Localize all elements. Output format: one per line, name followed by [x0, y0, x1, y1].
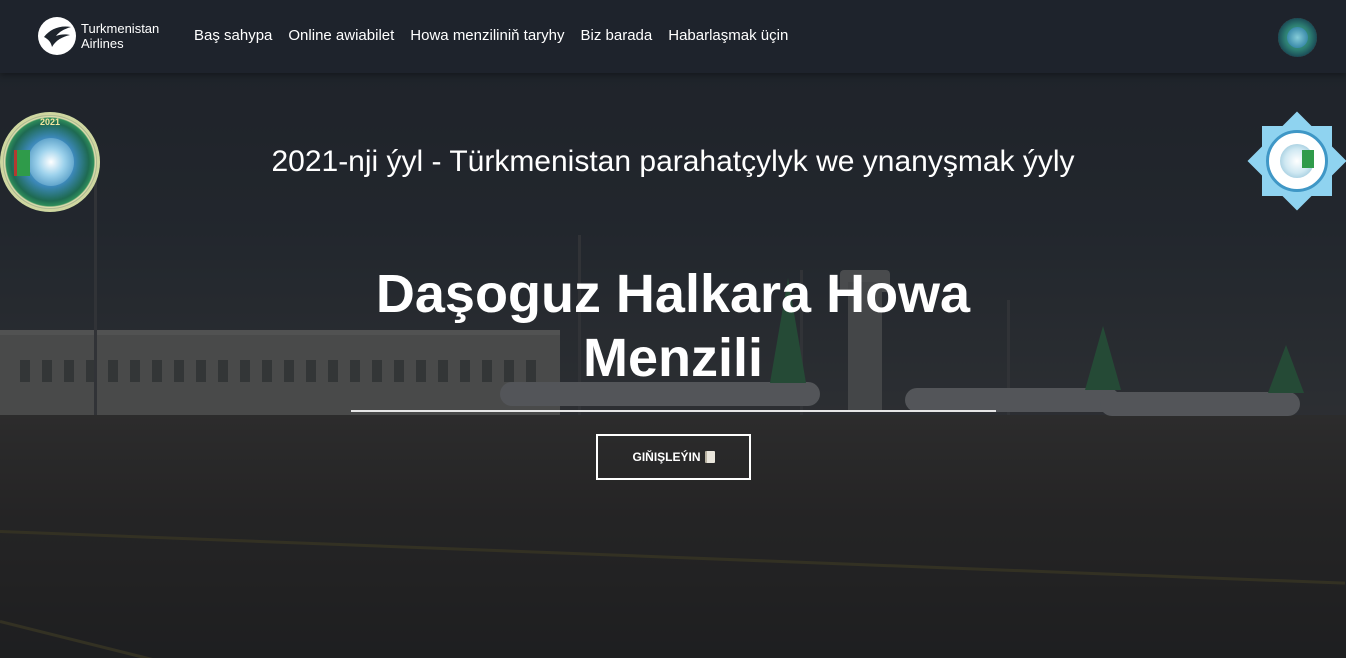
bird-logo-icon: [38, 17, 76, 55]
main-nav: Baş sahypa Online awiabilet Howa menzili…: [194, 27, 804, 44]
site-header: Turkmenistan Airlines Baş sahypa Online …: [0, 0, 1346, 73]
brand-name: Turkmenistan Airlines: [81, 21, 159, 51]
round-emblem-icon[interactable]: [1278, 18, 1317, 57]
read-more-label: GIŇIŞLEÝIN: [632, 450, 701, 464]
hero-divider: [351, 410, 996, 412]
brand-name-line2: Airlines: [81, 36, 124, 51]
nav-item-online-ticket[interactable]: Online awiabilet: [288, 27, 394, 44]
brand-name-line1: Turkmenistan: [81, 21, 160, 36]
emblem-year: 2021: [40, 117, 61, 127]
nav-item-home[interactable]: Baş sahypa: [194, 27, 272, 44]
nav-item-about[interactable]: Biz barada: [581, 27, 653, 44]
brand-logo[interactable]: Turkmenistan Airlines: [38, 17, 159, 55]
hero-title: Daşoguz Halkara Howa Menzili: [375, 264, 971, 388]
book-icon: [704, 451, 715, 463]
hero-slogan: 2021-nji ýyl - Türkmenistan parahatçylyk…: [271, 145, 1075, 178]
nav-item-airport-history[interactable]: Howa menziliniň taryhy: [410, 27, 564, 44]
nav-item-contact[interactable]: Habarlaşmak üçin: [668, 27, 788, 44]
read-more-button[interactable]: GIŇIŞLEÝIN: [596, 434, 751, 480]
